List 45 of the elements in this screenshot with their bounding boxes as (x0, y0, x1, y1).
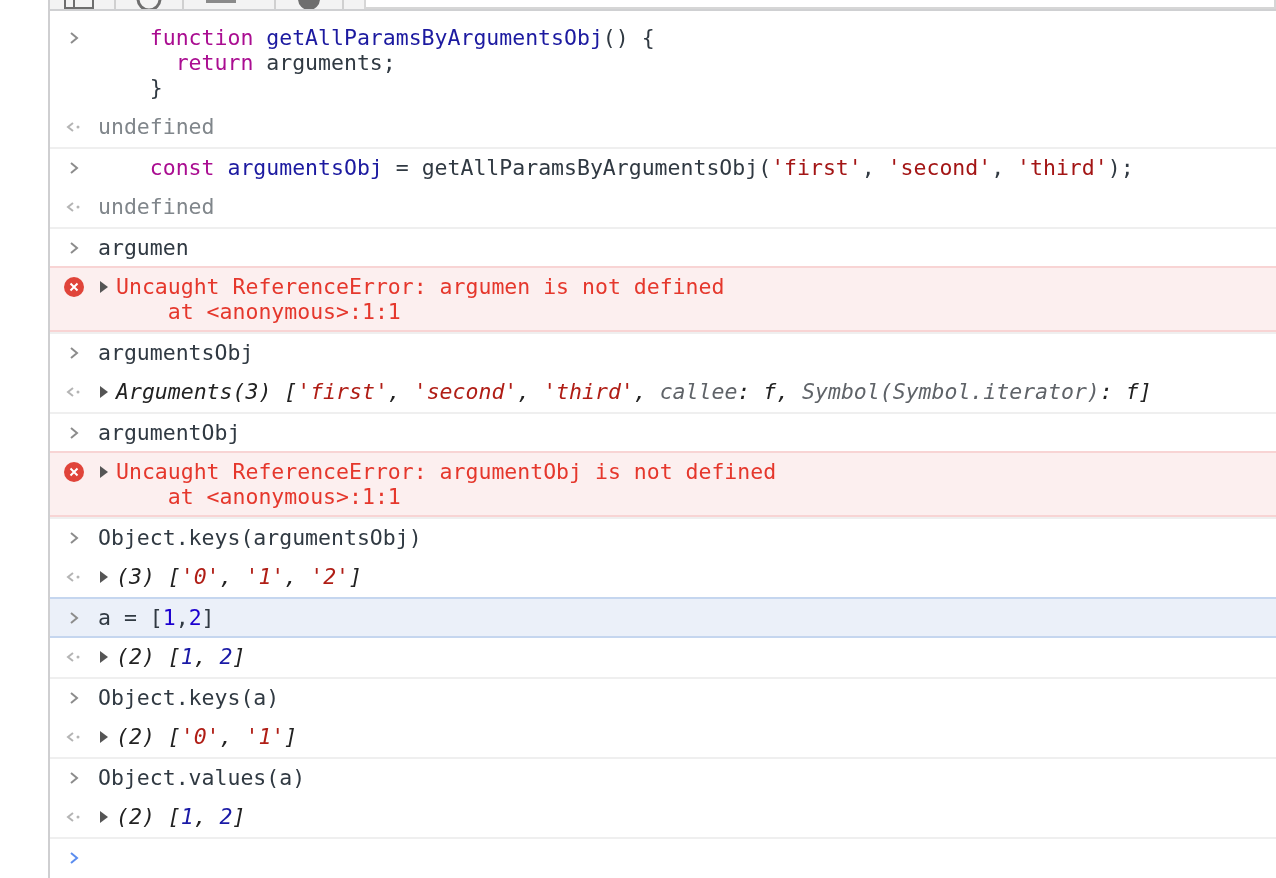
code-line: const argumentsObj = getAllParamsByArgumentsObj('first', 'second', 'third'); (148, 155, 1134, 180)
prompt-chevron-icon (69, 690, 79, 705)
code-line: return arguments; (174, 50, 396, 75)
code-line: } (148, 75, 163, 100)
prompt-chevron-icon (69, 850, 79, 865)
error-message: Uncaught ReferenceError: argumen is not defined (116, 274, 725, 299)
result-arrow-icon (66, 650, 82, 663)
code-line: Object.keys(a) (98, 685, 280, 710)
prompt-chevron-icon (69, 530, 79, 545)
code-line: function getAllParamsByArgumentsObj() { (148, 25, 655, 50)
result-value: (2) [1, 2] (116, 804, 246, 829)
selected-input-row[interactable]: a = [1,2] (50, 597, 1276, 638)
result-value: (2) ['0', '1'] (116, 724, 298, 749)
code-line: a = [1,2] (98, 605, 215, 630)
result-arrow-icon (66, 570, 82, 583)
stack-trace-line: at <anonymous>:1:1 (166, 484, 401, 509)
error-icon (64, 461, 84, 482)
prompt-chevron-icon (69, 770, 79, 785)
code-line: argumen (98, 235, 189, 260)
prompt-chevron-icon (69, 425, 79, 440)
result-value: undefined (98, 194, 215, 219)
prompt-chevron-icon (69, 610, 79, 625)
sidebar-toggle-icon[interactable] (64, 0, 94, 9)
prompt-chevron-icon (69, 345, 79, 360)
stack-trace-line: at <anonymous>:1:1 (166, 299, 401, 324)
clear-console-icon[interactable] (136, 0, 162, 9)
result-value: undefined (98, 114, 215, 139)
prompt-chevron-icon (69, 160, 79, 175)
result-value: (2) [1, 2] (116, 644, 246, 669)
result-arrow-icon (66, 200, 82, 213)
result-arrow-icon (66, 810, 82, 823)
code-line: Object.keys(argumentsObj) (98, 525, 422, 550)
error-message: Uncaught ReferenceError: argumentObj is not defined (116, 459, 777, 484)
prompt-chevron-icon (69, 30, 79, 45)
result-value: (3) ['0', '1', '2'] (116, 564, 362, 589)
result-arrow-icon (66, 120, 82, 133)
code-line: Object.values(a) (98, 765, 306, 790)
prompt-chevron-icon (69, 240, 79, 255)
filter-field[interactable] (364, 0, 1276, 9)
error-icon (64, 276, 84, 297)
result-arrow-icon (66, 730, 82, 743)
code-line: argumentObj (98, 420, 241, 445)
code-line: argumentsObj (98, 340, 254, 365)
result-value: Arguments(3) ['first', 'second', 'third', callee: f, Symbol(Symbol.iterator): f] (116, 379, 1152, 404)
result-arrow-icon (66, 385, 82, 398)
